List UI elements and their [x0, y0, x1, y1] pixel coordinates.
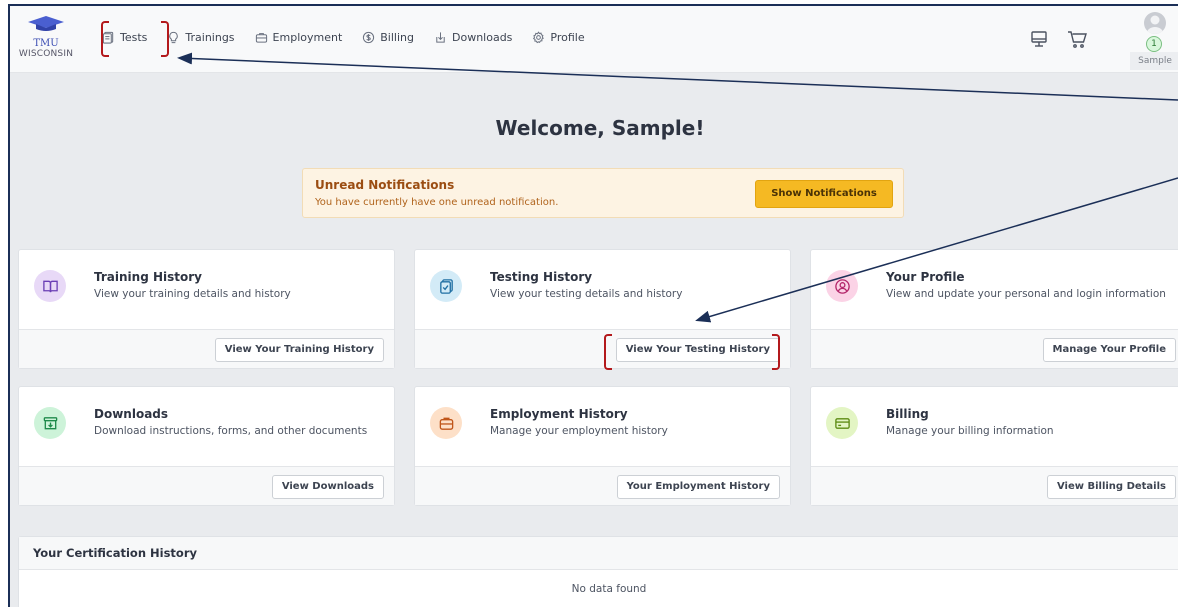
card-description: View your training details and history: [94, 288, 291, 300]
view-testing-history-button[interactable]: View Your Testing History: [615, 338, 780, 362]
briefcase-icon: [439, 417, 453, 430]
card-description: View your testing details and history: [490, 288, 683, 300]
top-navbar: TMU WISCONSIN Tests Trainings Employment…: [10, 6, 1178, 73]
card-footer: View Your Training History: [19, 329, 394, 368]
card-testing-history: Testing History View your testing detail…: [414, 249, 791, 369]
lightbulb-icon: [169, 31, 179, 44]
show-notifications-button[interactable]: Show Notifications: [755, 180, 893, 208]
card-icon-bg: [430, 270, 462, 302]
book-icon: [42, 280, 58, 292]
nav-label: Employment: [272, 31, 343, 44]
card-footer: View Your Testing History: [415, 329, 790, 368]
nav-label: Billing: [380, 31, 414, 44]
nav-label: Trainings: [185, 31, 235, 44]
card-billing: Billing Manage your billing information …: [810, 386, 1178, 506]
card-icon-bg: [826, 407, 858, 439]
card-title: Employment History: [490, 407, 628, 421]
clipboard-check-icon: [439, 278, 453, 294]
notification-title: Unread Notifications: [315, 178, 455, 192]
card-description: View and update your personal and login …: [886, 288, 1166, 300]
nav-profile[interactable]: Profile: [532, 31, 585, 44]
card-icon-bg: [826, 270, 858, 302]
dollar-icon: [363, 31, 375, 44]
notification-count-badge: 1: [1146, 36, 1162, 52]
card-training-history: Training History View your training deta…: [18, 249, 395, 369]
view-downloads-button[interactable]: View Downloads: [271, 475, 384, 499]
card-description: Manage your billing information: [886, 425, 1054, 437]
user-name: Sample: [1130, 52, 1178, 70]
employment-history-button[interactable]: Your Employment History: [616, 475, 780, 499]
nav-label: Downloads: [452, 31, 513, 44]
card-title: Downloads: [94, 407, 169, 421]
card-description: Manage your employment history: [490, 425, 668, 437]
panel-title: Your Certification History: [33, 546, 197, 560]
nav-employment[interactable]: Employment: [255, 31, 343, 44]
archive-download-icon: [43, 416, 57, 429]
annotation-bracket-left: [101, 21, 109, 57]
card-footer: Manage Your Profile: [811, 329, 1178, 368]
nav-downloads[interactable]: Downloads: [434, 31, 512, 44]
notification-text: You have currently have one unread notif…: [315, 197, 559, 208]
nav-trainings[interactable]: Trainings: [167, 31, 235, 44]
nav-billing[interactable]: Billing: [362, 31, 414, 44]
nav-label: Tests: [120, 31, 148, 44]
empty-state-text: No data found: [571, 583, 647, 595]
credit-card-icon: [834, 417, 850, 429]
gear-icon: [533, 31, 545, 44]
monitor-icon[interactable]: [1028, 28, 1050, 50]
manage-profile-button[interactable]: Manage Your Profile: [1042, 338, 1176, 362]
card-employment-history: Employment History Manage your employmen…: [414, 386, 791, 506]
user-circle-icon: [834, 278, 850, 294]
annotation-bracket-right: [161, 21, 169, 57]
cart-icon[interactable]: [1066, 28, 1088, 50]
brand-logo[interactable]: TMU WISCONSIN: [16, 16, 76, 60]
card-icon-bg: [34, 270, 66, 302]
card-icon-bg: [34, 407, 66, 439]
download-icon: [436, 32, 445, 43]
notification-banner: Unread Notifications You have currently …: [302, 168, 904, 218]
page-title: Welcome, Sample!: [495, 116, 705, 140]
annotation-bracket-right: [772, 334, 780, 370]
certification-history-panel: Your Certification History No data found: [18, 536, 1178, 607]
user-menu[interactable]: 1 Sample: [1130, 12, 1178, 72]
panel-header: Your Certification History: [19, 537, 1178, 570]
view-training-history-button[interactable]: View Your Training History: [214, 338, 384, 362]
graduation-cap-icon: [28, 16, 64, 31]
card-your-profile: Your Profile View and update your person…: [810, 249, 1178, 369]
card-title: Your Profile: [886, 270, 965, 284]
card-footer: Your Employment History: [415, 466, 790, 505]
card-description: Download instructions, forms, and other …: [94, 425, 368, 437]
annotation-bracket-left: [604, 334, 612, 370]
card-title: Testing History: [490, 270, 593, 284]
nav-label: Profile: [550, 31, 585, 44]
briefcase-icon: [255, 33, 267, 43]
avatar: [1144, 12, 1166, 34]
card-footer: View Billing Details: [811, 466, 1178, 505]
app-window: TMU WISCONSIN Tests Trainings Employment…: [8, 4, 1178, 607]
card-title: Training History: [94, 270, 202, 284]
card-title: Billing: [886, 407, 929, 421]
card-downloads: Downloads Download instructions, forms, …: [18, 386, 395, 506]
main-nav: Tests Trainings Employment Billing Downl…: [102, 31, 585, 44]
card-icon-bg: [430, 407, 462, 439]
brand-line1: TMU: [33, 38, 59, 49]
user-avatar-icon: [1147, 15, 1163, 34]
card-footer: View Downloads: [19, 466, 394, 505]
view-billing-details-button[interactable]: View Billing Details: [1046, 475, 1176, 499]
brand-line2: WISCONSIN: [18, 49, 74, 59]
